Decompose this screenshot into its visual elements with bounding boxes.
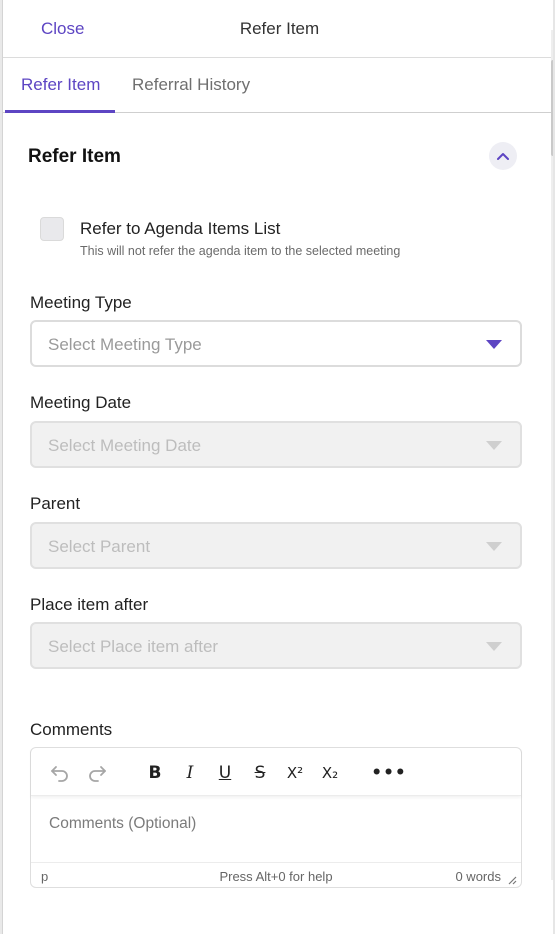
parent-placeholder: Select Parent <box>48 537 151 556</box>
redo-icon[interactable] <box>85 761 109 785</box>
more-icon[interactable]: ••• <box>371 761 406 785</box>
panel-title: Refer Item <box>239 19 320 38</box>
subscript-icon[interactable]: X₂ <box>318 761 342 785</box>
superscript-icon[interactable]: X² <box>283 761 307 785</box>
strikethrough-icon[interactable]: S <box>248 761 272 785</box>
tab-referral-history[interactable]: Referral History <box>132 75 250 95</box>
parent-select: Select Parent <box>30 522 522 569</box>
resize-handle-icon[interactable] <box>507 875 517 885</box>
place-item-after-label: Place item after <box>30 595 149 614</box>
meeting-date-label: Meeting Date <box>30 393 132 412</box>
refer-item-panel: Close Refer Item Refer Item Referral His… <box>2 0 555 934</box>
meeting-type-label: Meeting Type <box>30 293 132 312</box>
help-hint: Press Alt+0 for help <box>219 869 333 884</box>
meeting-date-select: Select Meeting Date <box>30 421 522 468</box>
meeting-type-select[interactable]: Select Meeting Type <box>30 320 522 367</box>
place-item-after-select: Select Place item after <box>30 622 522 669</box>
dropdown-caret-icon <box>486 340 502 349</box>
comments-label: Comments <box>30 720 113 739</box>
refer-to-agenda-help: This will not refer the agenda item to t… <box>80 244 401 258</box>
editor-toolbar: B I U S X² X₂ ••• <box>31 748 521 796</box>
word-count[interactable]: 0 words <box>455 869 501 884</box>
refer-to-agenda-label[interactable]: Refer to Agenda Items List <box>80 219 280 239</box>
underline-icon[interactable]: U <box>213 761 237 785</box>
dropdown-caret-icon <box>486 542 502 551</box>
bold-icon[interactable]: B <box>143 761 167 785</box>
place-item-after-placeholder: Select Place item after <box>48 637 219 656</box>
refer-to-agenda-checkbox[interactable] <box>40 217 64 241</box>
comments-placeholder[interactable]: Comments (Optional) <box>49 815 196 833</box>
tab-bar: Refer Item Referral History <box>3 58 554 113</box>
meeting-date-placeholder: Select Meeting Date <box>48 436 202 455</box>
dropdown-caret-icon <box>486 642 502 651</box>
active-tab-indicator <box>5 110 115 113</box>
italic-icon[interactable]: I <box>178 761 202 785</box>
meeting-type-placeholder: Select Meeting Type <box>48 335 202 354</box>
chevron-up-icon <box>497 153 509 160</box>
comments-editor[interactable]: B I U S X² X₂ ••• Comments (Optional) p … <box>30 747 522 888</box>
dropdown-caret-icon <box>486 441 502 450</box>
undo-icon[interactable] <box>48 761 72 785</box>
collapse-section-button[interactable] <box>489 142 517 170</box>
section-title: Refer Item <box>28 146 121 167</box>
tab-refer-item[interactable]: Refer Item <box>21 75 100 95</box>
parent-label: Parent <box>30 494 81 513</box>
editor-statusbar: p Press Alt+0 for help 0 words <box>31 862 521 888</box>
panel-header: Close Refer Item <box>3 0 554 58</box>
